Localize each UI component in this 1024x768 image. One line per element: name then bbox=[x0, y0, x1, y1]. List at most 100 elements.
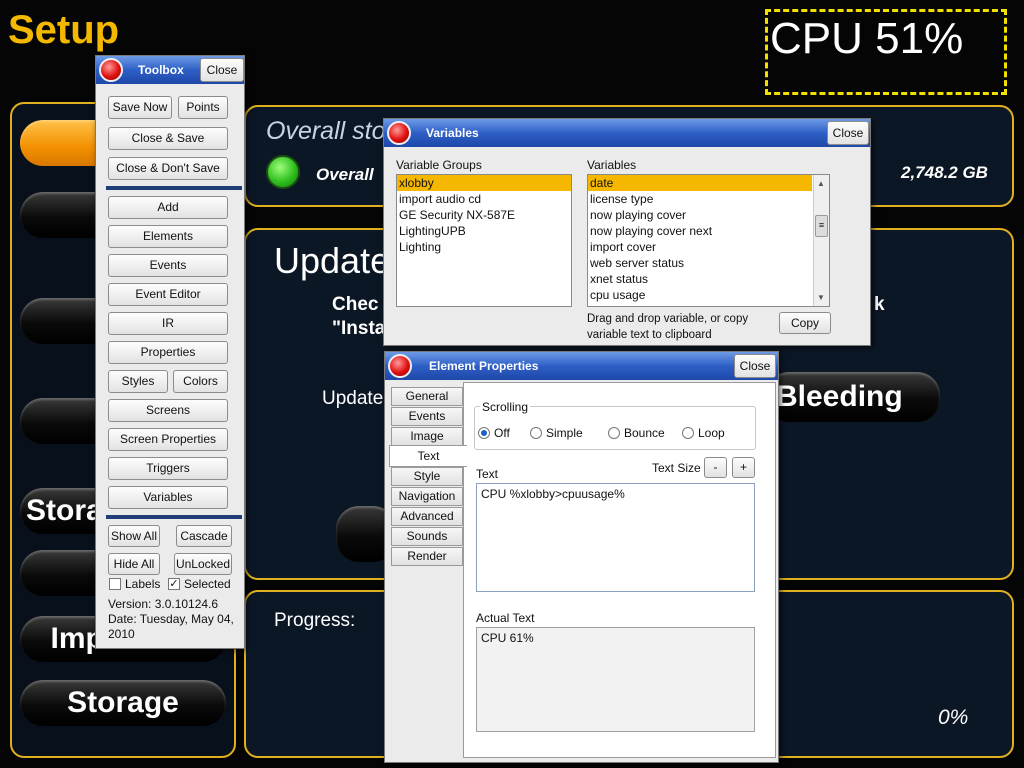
cascade-button[interactable]: Cascade bbox=[176, 525, 232, 547]
tab-events[interactable]: Events bbox=[391, 407, 463, 426]
scroll-bounce-radio[interactable] bbox=[608, 427, 620, 439]
variable-groups-list[interactable]: xlobby import audio cd GE Security NX-58… bbox=[396, 174, 572, 307]
progress-label: Progress: bbox=[274, 610, 356, 631]
scroll-off-label: Off bbox=[494, 426, 510, 440]
close-dont-save-button[interactable]: Close & Don't Save bbox=[108, 157, 228, 180]
close-and-save-button[interactable]: Close & Save bbox=[108, 127, 228, 150]
ir-button[interactable]: IR bbox=[108, 312, 228, 335]
update-text-2: "Insta bbox=[332, 318, 386, 339]
screens-button[interactable]: Screens bbox=[108, 399, 228, 422]
variables-titlebar[interactable]: Variables Close bbox=[384, 119, 870, 147]
page-title: Setup bbox=[8, 8, 120, 52]
scroll-up-arrow-icon[interactable]: ▲ bbox=[817, 179, 825, 188]
tab-sounds[interactable]: Sounds bbox=[391, 527, 463, 546]
variables-title: Variables bbox=[426, 126, 479, 140]
actual-text-label: Actual Text bbox=[476, 611, 535, 625]
text-size-decrease-button[interactable]: - bbox=[704, 457, 727, 478]
element-properties-close-button[interactable]: Close bbox=[734, 354, 776, 378]
status-light-icon bbox=[266, 155, 300, 189]
tab-text[interactable]: Text bbox=[389, 445, 467, 467]
text-label: Text bbox=[476, 467, 499, 481]
toolbox-window: Toolbox Close Save Now Points Close & Sa… bbox=[95, 55, 245, 649]
scrolling-label: Scrolling bbox=[480, 400, 531, 414]
variables-list[interactable]: date license type now playing cover now … bbox=[587, 174, 830, 307]
scroll-down-arrow-icon[interactable]: ▼ bbox=[817, 293, 825, 302]
tab-render[interactable]: Render bbox=[391, 547, 463, 566]
progress-percent: 0% bbox=[938, 706, 969, 729]
scroll-bounce-label: Bounce bbox=[624, 426, 665, 440]
variables-button[interactable]: Variables bbox=[108, 486, 228, 509]
triggers-button[interactable]: Triggers bbox=[108, 457, 228, 480]
update-label: Update bbox=[322, 388, 384, 409]
hide-all-button[interactable]: Hide All bbox=[108, 553, 160, 575]
window-orb-icon[interactable] bbox=[388, 354, 412, 378]
tab-image[interactable]: Image bbox=[391, 427, 463, 446]
elements-button[interactable]: Elements bbox=[108, 225, 228, 248]
scroll-off-radio[interactable] bbox=[478, 427, 490, 439]
menu-item-storage[interactable]: Storage bbox=[20, 680, 226, 726]
selected-checkbox-label: Selected bbox=[184, 577, 231, 591]
actual-text-output: CPU 61% bbox=[476, 627, 755, 732]
tab-navigation[interactable]: Navigation bbox=[391, 487, 463, 506]
list-item[interactable]: GE Security NX-587E bbox=[397, 207, 571, 223]
variables-scrollbar[interactable]: ▲ ≡ ▼ bbox=[813, 175, 829, 306]
window-orb-icon[interactable] bbox=[387, 121, 411, 145]
event-editor-button[interactable]: Event Editor bbox=[108, 283, 228, 306]
labels-checkbox[interactable] bbox=[109, 578, 121, 590]
list-item[interactable]: LightingUPB bbox=[397, 223, 571, 239]
update-text-1: Chec bbox=[332, 294, 379, 315]
storage-row-label: Overall bbox=[316, 165, 374, 184]
list-item[interactable]: now playing cover bbox=[588, 207, 812, 223]
save-now-button[interactable]: Save Now bbox=[108, 96, 172, 119]
cpu-usage-display[interactable]: CPU 51% bbox=[765, 9, 1007, 95]
unlocked-button[interactable]: UnLocked bbox=[174, 553, 232, 575]
list-item[interactable]: cpu usage bbox=[588, 287, 812, 303]
toolbox-close-button[interactable]: Close bbox=[200, 58, 244, 82]
scroll-thumb[interactable]: ≡ bbox=[815, 215, 828, 237]
list-item[interactable]: Lighting bbox=[397, 239, 571, 255]
update-text-3: k bbox=[874, 294, 885, 315]
selected-checkbox[interactable]: ✓ bbox=[168, 578, 180, 590]
tab-style[interactable]: Style bbox=[391, 467, 463, 486]
labels-checkbox-label: Labels bbox=[125, 577, 161, 591]
list-item[interactable]: web server status bbox=[588, 255, 812, 271]
tab-general[interactable]: General bbox=[391, 387, 463, 406]
text-input[interactable]: CPU %xlobby>cpuusage% bbox=[476, 483, 755, 592]
bleeding-button[interactable]: Bleeding bbox=[766, 372, 940, 422]
scroll-simple-radio[interactable] bbox=[530, 427, 542, 439]
date-text-line-2: 2010 bbox=[108, 627, 135, 641]
storage-heading: Overall sto bbox=[266, 117, 386, 145]
screen-properties-button[interactable]: Screen Properties bbox=[108, 428, 228, 451]
window-orb-icon[interactable] bbox=[99, 58, 123, 82]
update-heading: Update bbox=[274, 240, 391, 281]
drag-hint-line-1: Drag and drop variable, or copy bbox=[587, 313, 749, 325]
list-item[interactable]: xlobby bbox=[397, 175, 571, 191]
text-tab-page: Scrolling Off Simple Bounce Loop Text Te… bbox=[463, 382, 776, 758]
points-button[interactable]: Points bbox=[178, 96, 228, 119]
list-item[interactable]: date bbox=[588, 175, 812, 191]
text-size-increase-button[interactable]: + bbox=[732, 457, 755, 478]
list-item[interactable]: license type bbox=[588, 191, 812, 207]
element-properties-window: Element Properties Close General Events … bbox=[384, 351, 779, 763]
events-button[interactable]: Events bbox=[108, 254, 228, 277]
element-properties-title: Element Properties bbox=[429, 359, 539, 373]
copy-button[interactable]: Copy bbox=[779, 312, 831, 334]
properties-button[interactable]: Properties bbox=[108, 341, 228, 364]
show-all-button[interactable]: Show All bbox=[108, 525, 160, 547]
colors-button[interactable]: Colors bbox=[173, 370, 228, 393]
add-button[interactable]: Add bbox=[108, 196, 228, 219]
variables-window: Variables Close Variable Groups xlobby i… bbox=[383, 118, 871, 346]
list-item[interactable]: xnet status bbox=[588, 271, 812, 287]
scroll-simple-label: Simple bbox=[546, 426, 583, 440]
scroll-loop-radio[interactable] bbox=[682, 427, 694, 439]
toolbox-title: Toolbox bbox=[138, 63, 184, 77]
styles-button[interactable]: Styles bbox=[108, 370, 168, 393]
variable-groups-label: Variable Groups bbox=[396, 158, 482, 172]
tab-advanced[interactable]: Advanced bbox=[391, 507, 463, 526]
variables-close-button[interactable]: Close bbox=[827, 121, 869, 145]
list-item[interactable]: import cover bbox=[588, 239, 812, 255]
toolbox-titlebar[interactable]: Toolbox Close bbox=[96, 56, 244, 84]
list-item[interactable]: now playing cover next bbox=[588, 223, 812, 239]
list-item[interactable]: import audio cd bbox=[397, 191, 571, 207]
element-properties-titlebar[interactable]: Element Properties Close bbox=[385, 352, 778, 380]
